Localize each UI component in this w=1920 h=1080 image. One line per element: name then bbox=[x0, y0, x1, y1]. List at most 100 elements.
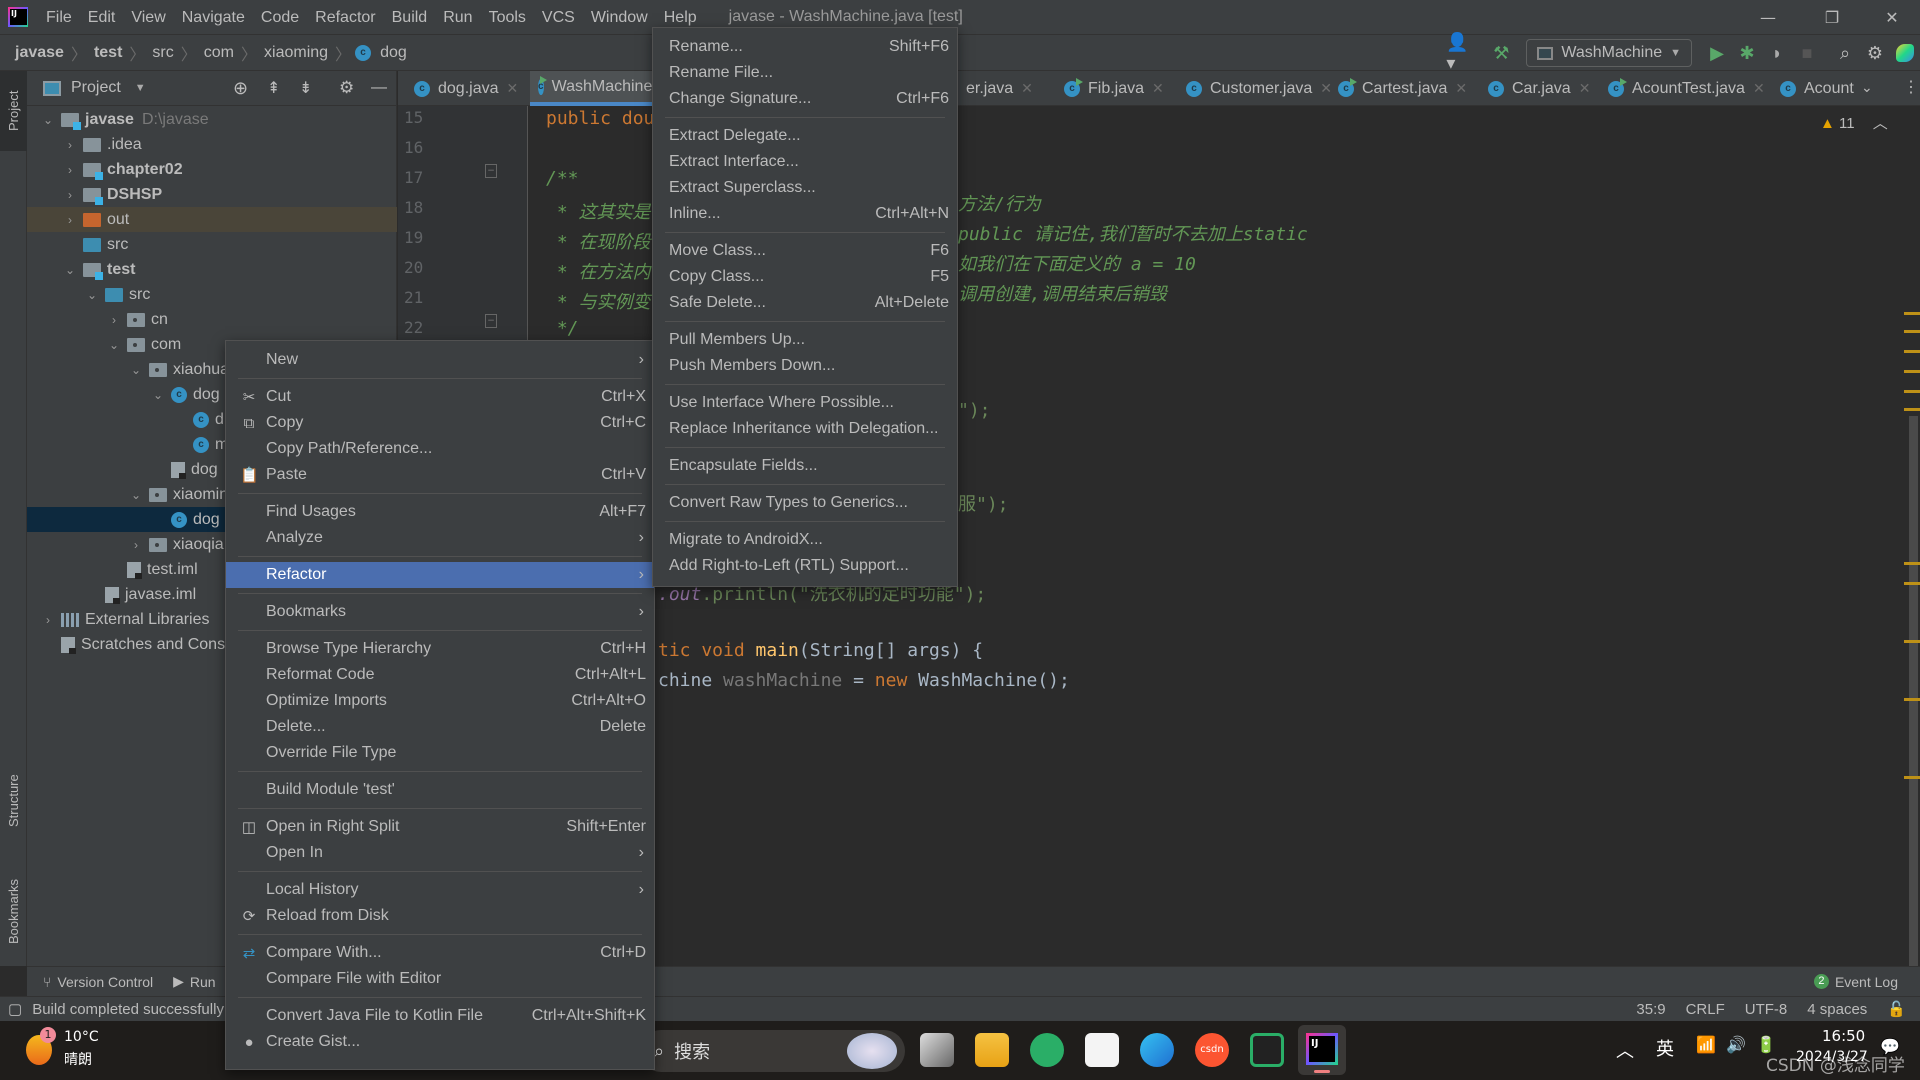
wechat-devtools-icon[interactable] bbox=[1250, 1033, 1284, 1067]
tree-item[interactable]: › chapter02 bbox=[27, 157, 397, 182]
intellij-taskbar-button[interactable]: IJ bbox=[1298, 1025, 1346, 1075]
notification-icon[interactable]: 💬 bbox=[1880, 1037, 1900, 1056]
menu-item-optimize-imports[interactable]: Optimize Imports Ctrl+Alt+O bbox=[226, 688, 654, 714]
locate-icon[interactable]: ⊕ bbox=[233, 78, 248, 99]
breadcrumb-item[interactable]: javase bbox=[12, 44, 67, 62]
menu-item-browse-type-hierarchy[interactable]: Browse Type Hierarchy Ctrl+H bbox=[226, 636, 654, 662]
menu-item-encapsulate-fields[interactable]: Encapsulate Fields... bbox=[653, 453, 957, 479]
menu-item-reload-from-disk[interactable]: ⟳ Reload from Disk bbox=[226, 903, 654, 929]
breadcrumb-item[interactable]: src bbox=[149, 44, 176, 62]
toolbox-icon[interactable] bbox=[1890, 38, 1920, 68]
menu-item-copy-path-reference[interactable]: Copy Path/Reference... bbox=[226, 436, 654, 462]
wechat-icon[interactable] bbox=[1030, 1033, 1064, 1067]
collapse-arrow-icon[interactable]: › bbox=[107, 313, 121, 327]
indent-setting[interactable]: 4 spaces bbox=[1807, 1001, 1867, 1018]
menu-item-compare-file-with-editor[interactable]: Compare File with Editor bbox=[226, 966, 654, 992]
breadcrumb-item[interactable]: com bbox=[201, 44, 237, 62]
menu-item-extract-interface[interactable]: Extract Interface... bbox=[653, 149, 957, 175]
restore-button[interactable]: ❐ bbox=[1804, 0, 1860, 35]
tree-item[interactable]: ⌄ javase D:\javase bbox=[27, 107, 397, 132]
line-separator[interactable]: CRLF bbox=[1686, 1001, 1725, 1018]
warning-marker[interactable] bbox=[1904, 776, 1920, 779]
collapse-arrow-icon[interactable]: › bbox=[63, 188, 77, 202]
menu-item-delete[interactable]: Delete... Delete bbox=[226, 714, 654, 740]
csdn-icon[interactable]: csdn bbox=[1195, 1033, 1229, 1067]
menu-item-extract-superclass[interactable]: Extract Superclass... bbox=[653, 175, 957, 201]
gear-icon[interactable]: ⚙ bbox=[339, 78, 354, 98]
menu-view[interactable]: View bbox=[123, 0, 173, 35]
editor-tab[interactable]: c Customer.java ✕ bbox=[1178, 71, 1340, 106]
settings-icon[interactable]: ⚙ bbox=[1860, 38, 1890, 68]
menu-item-open-in[interactable]: Open In › bbox=[226, 840, 654, 866]
menu-code[interactable]: Code bbox=[253, 0, 307, 35]
menu-item-create-gist[interactable]: ● Create Gist... bbox=[226, 1029, 654, 1055]
menu-window[interactable]: Window bbox=[583, 0, 656, 35]
expand-arrow-icon[interactable]: ⌄ bbox=[151, 388, 165, 402]
run-configuration-select[interactable]: WashMachine ▼ bbox=[1526, 39, 1692, 67]
menu-file[interactable]: File bbox=[38, 0, 80, 35]
menu-item-copy[interactable]: ⧉ Copy Ctrl+C bbox=[226, 410, 654, 436]
search-icon[interactable]: ⌕ bbox=[1830, 38, 1860, 68]
expand-arrow-icon[interactable]: ⌄ bbox=[129, 488, 143, 502]
edge-icon[interactable] bbox=[1140, 1033, 1174, 1067]
menu-item-convert-raw-types-to-generics[interactable]: Convert Raw Types to Generics... bbox=[653, 490, 957, 516]
menu-item-pull-members-up[interactable]: Pull Members Up... bbox=[653, 327, 957, 353]
close-tab-icon[interactable]: ✕ bbox=[1021, 80, 1033, 97]
ime-indicator[interactable]: 英 bbox=[1656, 1035, 1674, 1061]
editor-tab[interactable]: c Car.java ✕ bbox=[1480, 71, 1598, 106]
breadcrumb-item[interactable]: xiaoming bbox=[261, 44, 331, 62]
tree-item[interactable]: › DSHSP bbox=[27, 182, 397, 207]
close-tab-icon[interactable]: ✕ bbox=[1152, 80, 1164, 97]
error-stripe[interactable] bbox=[1898, 106, 1920, 966]
expand-all-icon[interactable]: ⇞ bbox=[267, 78, 280, 98]
menu-item-inline[interactable]: Inline... Ctrl+Alt+N bbox=[653, 201, 957, 227]
version-control-tab[interactable]: ⑂ Version Control bbox=[43, 974, 153, 990]
tree-item[interactable]: › .idea bbox=[27, 132, 397, 157]
breadcrumb-item[interactable]: dog bbox=[377, 44, 410, 62]
lock-icon[interactable]: 🔓 bbox=[1887, 1000, 1906, 1018]
collapse-arrow-icon[interactable]: › bbox=[63, 213, 77, 227]
menu-item-convert-java-file-to-kotlin-file[interactable]: Convert Java File to Kotlin File Ctrl+Alt… bbox=[226, 1003, 654, 1029]
tree-item[interactable]: › out bbox=[27, 207, 397, 232]
volume-icon[interactable]: 🔊 bbox=[1726, 1035, 1746, 1054]
editor-tab[interactable]: er.java ✕ bbox=[958, 71, 1041, 106]
run-tab[interactable]: ▶ Run bbox=[173, 973, 215, 990]
warning-marker[interactable] bbox=[1904, 408, 1920, 411]
file-explorer-icon[interactable] bbox=[975, 1033, 1009, 1067]
menu-item-migrate-to-androidx[interactable]: Migrate to AndroidX... bbox=[653, 527, 957, 553]
menu-item-replace-inheritance-with-delegation[interactable]: Replace Inheritance with Delegation... bbox=[653, 416, 957, 442]
menu-item-refactor[interactable]: Refactor › bbox=[226, 562, 654, 588]
stop-icon[interactable]: ■ bbox=[1792, 38, 1822, 68]
warning-marker[interactable] bbox=[1904, 370, 1920, 373]
menu-item-change-signature[interactable]: Change Signature... Ctrl+F6 bbox=[653, 86, 957, 112]
tree-item[interactable]: src bbox=[27, 232, 397, 257]
user-icon[interactable]: 👤▾ bbox=[1446, 32, 1476, 73]
event-log-tab[interactable]: 2 Event Log bbox=[1813, 974, 1898, 990]
menu-refactor[interactable]: Refactor bbox=[307, 0, 383, 35]
project-view-select[interactable]: Project bbox=[71, 79, 121, 97]
menu-navigate[interactable]: Navigate bbox=[174, 0, 253, 35]
expand-arrow-icon[interactable]: ⌄ bbox=[63, 263, 77, 277]
more-options-icon[interactable]: ⋮ bbox=[1903, 77, 1919, 97]
menu-item-rename-file[interactable]: Rename File... bbox=[653, 60, 957, 86]
menu-tools[interactable]: Tools bbox=[481, 0, 534, 35]
project-tool-tab[interactable]: Project bbox=[0, 71, 27, 151]
breadcrumb-item[interactable]: test bbox=[91, 44, 125, 62]
collapse-all-icon[interactable]: ⇟ bbox=[299, 78, 312, 98]
menu-item-new[interactable]: New › bbox=[226, 347, 654, 373]
tree-item[interactable]: ⌄ test bbox=[27, 257, 397, 282]
expand-arrow-icon[interactable]: ⌄ bbox=[41, 113, 55, 127]
menu-item-open-in-right-split[interactable]: ◫ Open in Right Split Shift+Enter bbox=[226, 814, 654, 840]
editor-tab[interactable]: c Fib.java ✕ bbox=[1056, 71, 1172, 106]
editor-tab[interactable]: c AcountTest.java ✕ bbox=[1600, 71, 1773, 106]
menu-item-cut[interactable]: ✂ Cut Ctrl+X bbox=[226, 384, 654, 410]
menu-item-reformat-code[interactable]: Reformat Code Ctrl+Alt+L bbox=[226, 662, 654, 688]
menu-item-add-right-to-left-rtl-support[interactable]: Add Right-to-Left (RTL) Support... bbox=[653, 553, 957, 579]
close-tab-icon[interactable]: ✕ bbox=[507, 80, 519, 97]
menu-item-find-usages[interactable]: Find Usages Alt+F7 bbox=[226, 499, 654, 525]
warning-marker[interactable] bbox=[1904, 698, 1920, 701]
menu-item-use-interface-where-possible[interactable]: Use Interface Where Possible... bbox=[653, 390, 957, 416]
menu-item-extract-delegate[interactable]: Extract Delegate... bbox=[653, 123, 957, 149]
warning-marker[interactable] bbox=[1904, 390, 1920, 393]
file-encoding[interactable]: UTF-8 bbox=[1745, 1001, 1788, 1018]
